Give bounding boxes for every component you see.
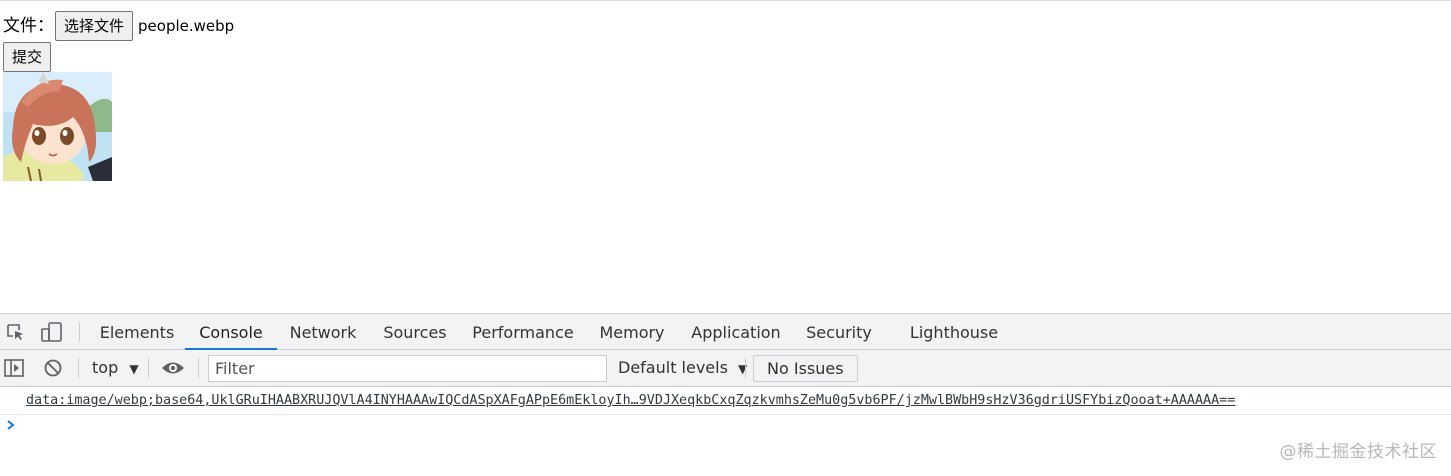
tab-elements[interactable]: Elements (92, 314, 182, 350)
devtools-panel: Elements Console Network Sources Perform… (0, 313, 1451, 476)
eye-icon[interactable] (160, 358, 186, 378)
tab-lighthouse[interactable]: Lighthouse (900, 314, 1008, 350)
watermark: @稀土掘金技术社区 (1279, 442, 1437, 462)
file-label: 文件： (3, 16, 54, 36)
tab-security[interactable]: Security (798, 314, 880, 350)
console-prompt-icon[interactable] (5, 417, 17, 431)
inspect-element-icon[interactable] (4, 322, 26, 342)
console-data-url-link[interactable]: data:image/webp;base64,UklGRuIHAABXRUJQV… (26, 393, 1235, 408)
console-toolbar: top ▼ Default levels ▼ No Issues (0, 350, 1451, 387)
log-levels-dropdown[interactable]: Default levels ▼ (618, 350, 747, 386)
toolbar-separator (198, 358, 199, 378)
log-levels-label: Default levels (618, 358, 728, 377)
clear-console-icon[interactable] (42, 358, 64, 378)
devtools-tabbar: Elements Console Network Sources Perform… (0, 313, 1451, 351)
context-value: top (92, 358, 119, 377)
tab-network[interactable]: Network (280, 314, 366, 350)
tab-application[interactable]: Application (682, 314, 790, 350)
submit-button[interactable]: 提交 (3, 42, 52, 72)
tab-sources[interactable]: Sources (374, 314, 456, 350)
choose-file-button[interactable]: 选择文件 (55, 11, 134, 41)
preview-image (3, 72, 112, 181)
tab-performance[interactable]: Performance (464, 314, 582, 350)
submit-row: 提交 (3, 42, 52, 72)
file-row: 文件： 选择文件 people.webp (3, 11, 234, 41)
toolbar-separator (745, 358, 746, 378)
tabbar-separator (79, 322, 80, 342)
context-selector[interactable]: top ▼ (92, 350, 139, 386)
toolbar-separator (148, 358, 149, 378)
toolbar-separator (78, 358, 79, 378)
tab-memory[interactable]: Memory (590, 314, 674, 350)
show-sidebar-icon[interactable] (3, 358, 25, 378)
tab-console[interactable]: Console (185, 314, 277, 351)
selected-file-name: people.webp (138, 17, 235, 35)
page-content: 文件： 选择文件 people.webp 提交 (0, 0, 1451, 314)
issues-button[interactable]: No Issues (753, 355, 858, 382)
filter-input[interactable] (208, 355, 607, 382)
dropdown-arrow-icon: ▼ (129, 362, 139, 376)
device-toolbar-icon[interactable] (40, 321, 64, 343)
console-message: data:image/webp;base64,UklGRuIHAABXRUJQV… (0, 391, 1451, 415)
